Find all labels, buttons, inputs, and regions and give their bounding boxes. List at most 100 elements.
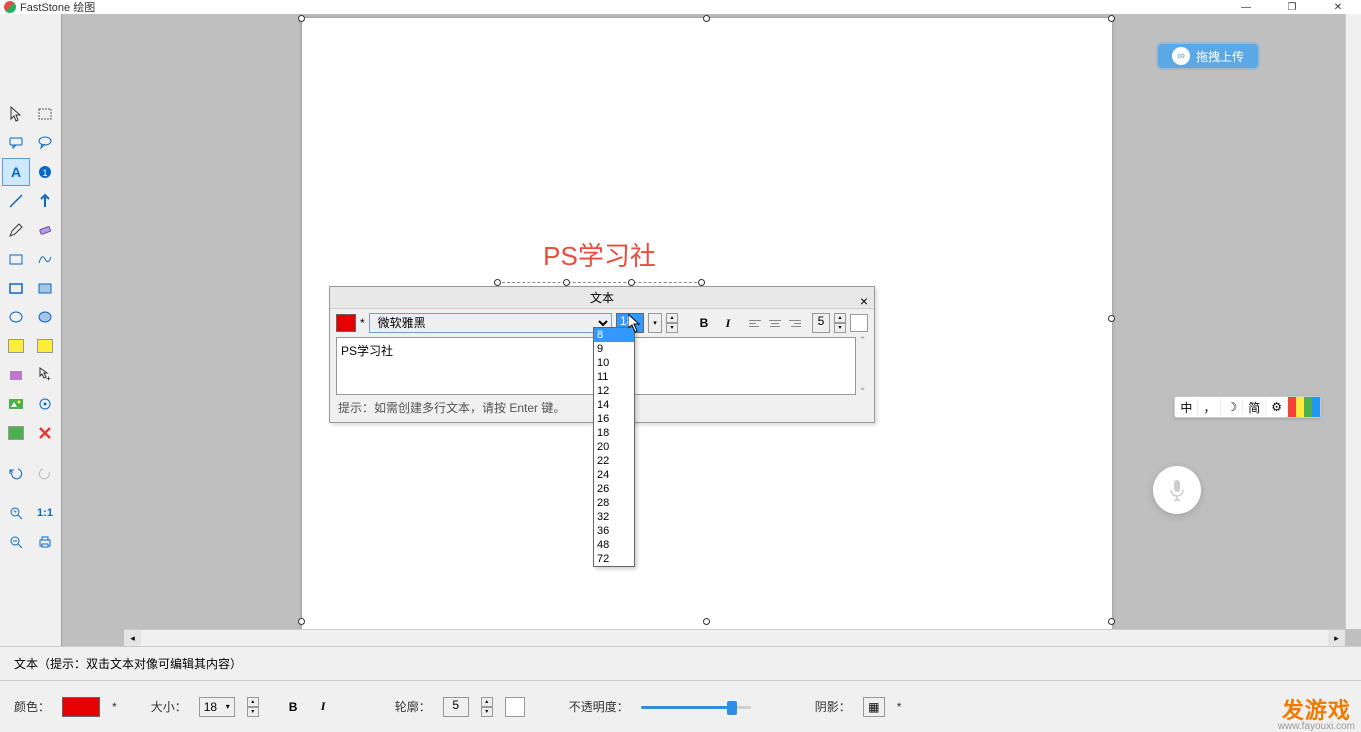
ime-toolbar[interactable]: 中 ， ☽ 简 ⚙: [1174, 396, 1321, 418]
microphone-button[interactable]: [1153, 466, 1201, 514]
font-size-option[interactable]: 16: [594, 412, 634, 426]
prop-size-field[interactable]: 18▾: [199, 697, 235, 717]
sel-handle-tr[interactable]: [1108, 15, 1115, 22]
font-size-option[interactable]: 20: [594, 440, 634, 454]
pointer-tool[interactable]: [2, 100, 30, 128]
zoom-in-tool[interactable]: +: [2, 499, 30, 527]
text-tool[interactable]: A: [2, 158, 30, 186]
sel-handle-tl[interactable]: [298, 15, 305, 22]
text-dialog-header[interactable]: 文本 ×: [330, 287, 874, 309]
font-size-option[interactable]: 12: [594, 384, 634, 398]
obj-handle-cl[interactable]: [563, 279, 570, 286]
fill-highlight-tool[interactable]: [31, 332, 59, 360]
align-right-button[interactable]: [786, 314, 804, 332]
font-size-option[interactable]: 18: [594, 426, 634, 440]
callout-ellipse-tool[interactable]: [31, 129, 59, 157]
prop-size-spinner[interactable]: ▴▾: [247, 697, 259, 717]
font-size-option[interactable]: 10: [594, 356, 634, 370]
font-size-option[interactable]: 22: [594, 454, 634, 468]
arrow-tool[interactable]: [31, 187, 59, 215]
outline-width-spinner[interactable]: ▴▾: [834, 313, 846, 333]
zoom-out-tool[interactable]: [2, 528, 30, 556]
opacity-slider[interactable]: [641, 697, 751, 717]
prop-italic-button[interactable]: I: [321, 699, 341, 714]
sel-handle-tc[interactable]: [703, 15, 710, 22]
obj-handle-l[interactable]: [494, 279, 501, 286]
font-family-select[interactable]: 微软雅黑: [369, 313, 612, 333]
pencil-tool[interactable]: [2, 216, 30, 244]
align-left-button[interactable]: [746, 314, 764, 332]
bold-button[interactable]: B: [694, 314, 714, 332]
highlighter-tool[interactable]: [2, 332, 30, 360]
prop-bold-button[interactable]: B: [289, 700, 309, 714]
zoom-actual-tool[interactable]: 1:1: [31, 499, 59, 527]
font-size-option[interactable]: 48: [594, 538, 634, 552]
sel-handle-br[interactable]: [1108, 618, 1115, 625]
font-size-option[interactable]: 11: [594, 370, 634, 384]
curve-tool[interactable]: [31, 245, 59, 273]
canvas-horizontal-scrollbar[interactable]: ◂ ▸: [124, 629, 1345, 646]
rect-filled-tool[interactable]: [31, 274, 59, 302]
scroll-left-arrow[interactable]: ◂: [124, 630, 141, 646]
minimize-button[interactable]: —: [1223, 0, 1269, 14]
shadow-picker[interactable]: ▦: [863, 697, 885, 717]
font-size-option[interactable]: 9: [594, 342, 634, 356]
obj-handle-r[interactable]: [698, 279, 705, 286]
delete-tool[interactable]: [31, 419, 59, 447]
rect-tool[interactable]: [2, 274, 30, 302]
ime-settings-icon[interactable]: ⚙: [1266, 400, 1288, 414]
move-tool[interactable]: +: [31, 361, 59, 389]
prop-outline-color-swatch[interactable]: [505, 697, 525, 717]
crop-tool[interactable]: [2, 419, 30, 447]
callout-rect-tool[interactable]: [2, 129, 30, 157]
ime-punct[interactable]: ，: [1198, 399, 1221, 416]
prop-color-swatch[interactable]: [62, 697, 100, 717]
text-dialog-close-button[interactable]: ×: [860, 290, 868, 312]
eraser-tool[interactable]: [31, 216, 59, 244]
font-size-option[interactable]: 36: [594, 524, 634, 538]
ellipse-tool[interactable]: [2, 303, 30, 331]
undo-tool[interactable]: [2, 459, 30, 487]
image-tool[interactable]: [2, 390, 30, 418]
font-size-option[interactable]: 32: [594, 510, 634, 524]
font-size-option[interactable]: 72: [594, 552, 634, 566]
font-size-option[interactable]: 28: [594, 496, 634, 510]
canvas-vertical-scrollbar[interactable]: [1345, 14, 1361, 629]
target-tool[interactable]: [31, 390, 59, 418]
font-size-option[interactable]: 24: [594, 468, 634, 482]
ime-moon-icon[interactable]: ☽: [1221, 400, 1243, 414]
ellipse-filled-tool[interactable]: [31, 303, 59, 331]
canvas-area[interactable]: PS学习社 文本 × * 微软雅黑 18 ▾ ▴▾ B I: [62, 14, 1361, 646]
textarea-scrollbar[interactable]: ⌃⌄: [855, 335, 870, 393]
text-object[interactable]: PS学习社: [497, 238, 702, 283]
opacity-slider-thumb[interactable]: [727, 701, 737, 715]
text-color-swatch[interactable]: [336, 314, 356, 332]
close-button[interactable]: ✕: [1315, 0, 1361, 14]
font-size-spinner[interactable]: ▴▾: [666, 313, 678, 333]
rect-outline-tool[interactable]: [2, 245, 30, 273]
outline-width-field[interactable]: 5: [812, 313, 830, 333]
upload-badge[interactable]: ∞ 拖拽上传: [1158, 44, 1258, 68]
redo-tool[interactable]: [31, 459, 59, 487]
sel-handle-bl[interactable]: [298, 618, 305, 625]
maximize-button[interactable]: ❐: [1269, 0, 1315, 14]
font-size-option[interactable]: 8: [594, 328, 634, 342]
number-stamp-tool[interactable]: 1: [31, 158, 59, 186]
align-center-button[interactable]: [766, 314, 784, 332]
line-tool[interactable]: [2, 187, 30, 215]
marquee-tool[interactable]: [31, 100, 59, 128]
font-size-dropdown-button[interactable]: ▾: [648, 313, 662, 333]
prop-outline-spinner[interactable]: ▴▾: [481, 697, 493, 717]
sel-handle-mr[interactable]: [1108, 315, 1115, 322]
blur-tool[interactable]: [2, 361, 30, 389]
ime-mode[interactable]: 简: [1243, 399, 1266, 416]
font-size-option[interactable]: 26: [594, 482, 634, 496]
prop-outline-field[interactable]: 5: [443, 697, 469, 717]
italic-button[interactable]: I: [718, 314, 738, 332]
scroll-right-arrow[interactable]: ▸: [1328, 630, 1345, 646]
sel-handle-bc[interactable]: [703, 618, 710, 625]
outline-color-swatch[interactable]: [850, 314, 868, 332]
font-size-option[interactable]: 14: [594, 398, 634, 412]
ime-lang[interactable]: 中: [1175, 399, 1198, 416]
print-tool[interactable]: [31, 528, 59, 556]
